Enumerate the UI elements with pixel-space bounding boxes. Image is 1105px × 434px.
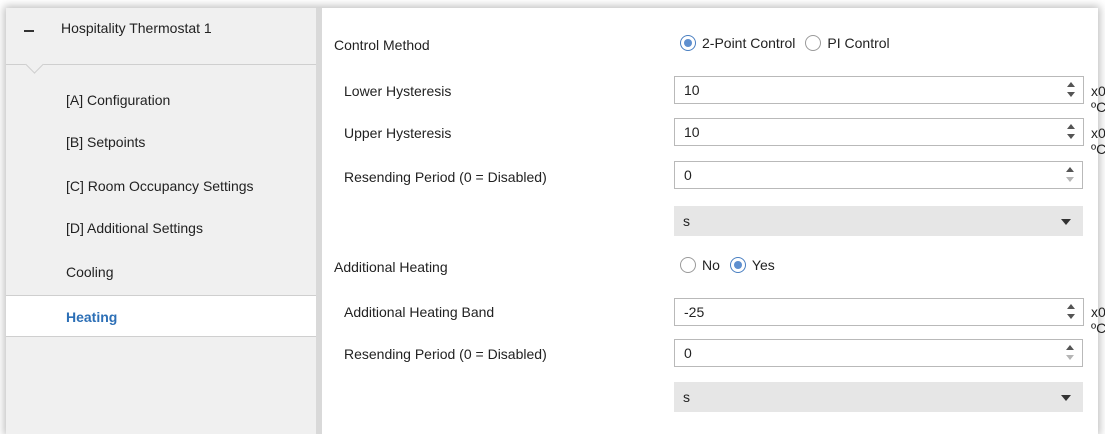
tree-root-title: Hospitality Thermostat 1 [61, 20, 212, 36]
radio-no[interactable] [680, 257, 696, 273]
spinner-arrows-icon[interactable] [1067, 81, 1075, 99]
spinner-arrows-icon[interactable] [1066, 166, 1074, 184]
radio-yes-label[interactable]: Yes [752, 257, 775, 273]
resending-period-value: 0 [684, 167, 692, 183]
window-frame: Hospitality Thermostat 1 [A] Configurati… [6, 8, 1105, 434]
resending-period-2-unit-select[interactable]: s [674, 382, 1083, 412]
sidebar-item-setpoints[interactable]: [B] Setpoints [6, 121, 316, 163]
upper-hysteresis-unit: x0.1 ºC [1091, 125, 1105, 157]
additional-heating-radio-group: No Yes [680, 257, 785, 273]
lower-hysteresis-label: Lower Hysteresis [344, 83, 452, 99]
additional-heating-band-unit: x0.1 ºC [1091, 304, 1105, 336]
resending-period-2-input[interactable]: 0 [674, 339, 1083, 367]
sidebar-item-configuration[interactable]: [A] Configuration [6, 79, 316, 121]
resending-period-unit-value: s [683, 213, 690, 229]
spinner-arrows-icon[interactable] [1067, 303, 1075, 321]
chevron-down-icon[interactable] [1061, 219, 1071, 225]
resending-period-label: Resending Period (0 = Disabled) [344, 169, 547, 185]
sidebar: Hospitality Thermostat 1 [A] Configurati… [6, 8, 322, 434]
spinner-arrows-icon[interactable] [1066, 344, 1074, 362]
resending-period-2-value: 0 [684, 345, 692, 361]
additional-heating-band-label: Additional Heating Band [344, 304, 495, 320]
radio-2-point-control[interactable] [680, 35, 696, 51]
radio-pi-control-label[interactable]: PI Control [827, 35, 889, 51]
upper-hysteresis-input[interactable]: 10 [674, 118, 1084, 146]
sidebar-item-cooling[interactable]: Cooling [6, 251, 316, 293]
sidebar-item-heating[interactable]: Heating [6, 295, 316, 337]
resending-period-input[interactable]: 0 [674, 161, 1083, 189]
control-method-radio-group: 2-Point Control PI Control [680, 35, 900, 51]
control-method-label: Control Method [334, 37, 430, 53]
sidebar-item-additional-settings[interactable]: [D] Additional Settings [6, 207, 316, 249]
settings-panel: Control Method 2-Point Control PI Contro… [322, 8, 1105, 434]
sidebar-item-room-occupancy[interactable]: [C] Room Occupancy Settings [6, 165, 316, 207]
radio-2-point-control-label[interactable]: 2-Point Control [702, 35, 795, 51]
resending-period-2-unit-value: s [683, 389, 690, 405]
resending-period-2-label: Resending Period (0 = Disabled) [344, 346, 547, 362]
tree-root-item[interactable]: Hospitality Thermostat 1 [6, 8, 316, 65]
upper-hysteresis-label: Upper Hysteresis [344, 125, 452, 141]
radio-pi-control[interactable] [805, 35, 822, 51]
lower-hysteresis-unit: x0.1 ºC [1091, 83, 1105, 115]
resending-period-unit-select[interactable]: s [674, 206, 1083, 236]
radio-yes[interactable] [729, 257, 746, 273]
additional-heating-band-input[interactable]: -25 [674, 298, 1084, 326]
chevron-down-icon[interactable] [1061, 395, 1071, 401]
lower-hysteresis-input[interactable]: 10 [674, 76, 1084, 104]
spinner-arrows-icon[interactable] [1067, 123, 1075, 141]
additional-heating-band-value: -25 [684, 304, 705, 320]
additional-heating-label: Additional Heating [334, 259, 448, 275]
upper-hysteresis-value: 10 [684, 124, 700, 140]
lower-hysteresis-value: 10 [684, 82, 700, 98]
collapse-icon[interactable] [24, 30, 34, 32]
radio-no-label[interactable]: No [702, 257, 720, 273]
